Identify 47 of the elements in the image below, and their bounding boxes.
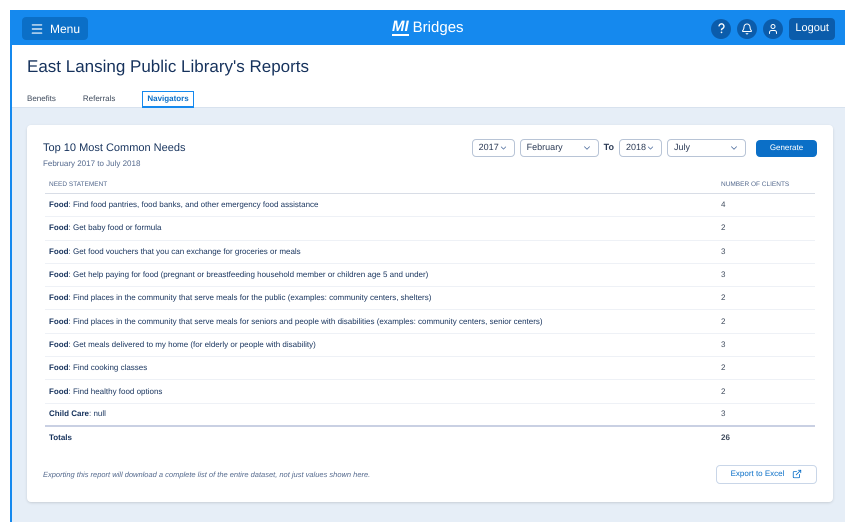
question-icon <box>718 23 725 34</box>
year-select[interactable]: 2017 <box>472 139 515 157</box>
export-button[interactable]: Export to Excel <box>716 464 817 484</box>
client-count: 2 <box>721 316 726 328</box>
menu-icon <box>30 22 44 36</box>
help-button[interactable] <box>711 18 732 38</box>
need-statement: Food: Find food pantries, food banks, and other emergency food assistance <box>49 199 318 212</box>
client-count: 2 <box>721 292 726 304</box>
page-title: East Lansing Public Library's Reports <box>27 56 309 78</box>
need-statement: Food: Find healthy food options <box>49 386 162 398</box>
external-link-icon <box>792 469 802 480</box>
need-statement: Food: Find cooking classes <box>49 362 148 374</box>
need-statement: Food: Get baby food or formula <box>49 222 162 234</box>
client-count: 3 <box>721 408 726 420</box>
client-count: 3 <box>721 246 726 258</box>
need-statement: Food: Find places in the community that serve meals for the public (examples: community centers, shelters) <box>49 292 432 304</box>
need-statement: Food: Get help paying for food (pregnant or breastfeeding household member or children age 5 and under) <box>49 269 428 282</box>
client-count: 3 <box>721 338 726 351</box>
bell-icon <box>741 22 754 34</box>
client-count: 2 <box>721 222 726 234</box>
month-select[interactable]: July <box>667 139 746 157</box>
notifications-button[interactable] <box>737 18 758 38</box>
tab[interactable]: Referrals <box>82 90 116 107</box>
to-label: To <box>604 141 614 154</box>
need-statement: Food: Get meals delivered to my home (for elderly or people with disability) <box>49 338 316 351</box>
logout-button[interactable]: Logout <box>789 18 835 40</box>
client-count: 4 <box>721 199 726 212</box>
profile-button[interactable] <box>763 18 784 38</box>
need-statement: Food: Find places in the community that serve meals for seniors and people with disabilities (examples: community centers, senior centers) <box>49 316 543 328</box>
generate-button[interactable]: Generate <box>756 140 817 156</box>
tab[interactable]: Benefits <box>27 90 56 107</box>
need-statement: Food: Get food vouchers that you can exchange for groceries or meals <box>49 246 301 258</box>
need-statement: Child Care: null <box>49 408 106 420</box>
date-range: February 2017 to July 2018 <box>43 158 142 170</box>
user-icon <box>767 22 780 34</box>
tab[interactable]: Navigators <box>142 91 194 108</box>
logo-text: Bridges <box>412 20 464 35</box>
month-select[interactable]: February <box>520 139 599 157</box>
report-title: Top 10 Most Common Needs <box>43 140 186 156</box>
client-count: 3 <box>721 269 726 282</box>
totals-label: Totals <box>49 432 72 444</box>
menu-button[interactable]: Menu <box>22 17 88 40</box>
client-count: 2 <box>721 362 726 374</box>
client-count: 2 <box>721 386 726 398</box>
year-select[interactable]: 2018 <box>619 139 662 157</box>
logo-mark: MI <box>392 19 409 36</box>
totals-value: 26 <box>721 432 731 444</box>
